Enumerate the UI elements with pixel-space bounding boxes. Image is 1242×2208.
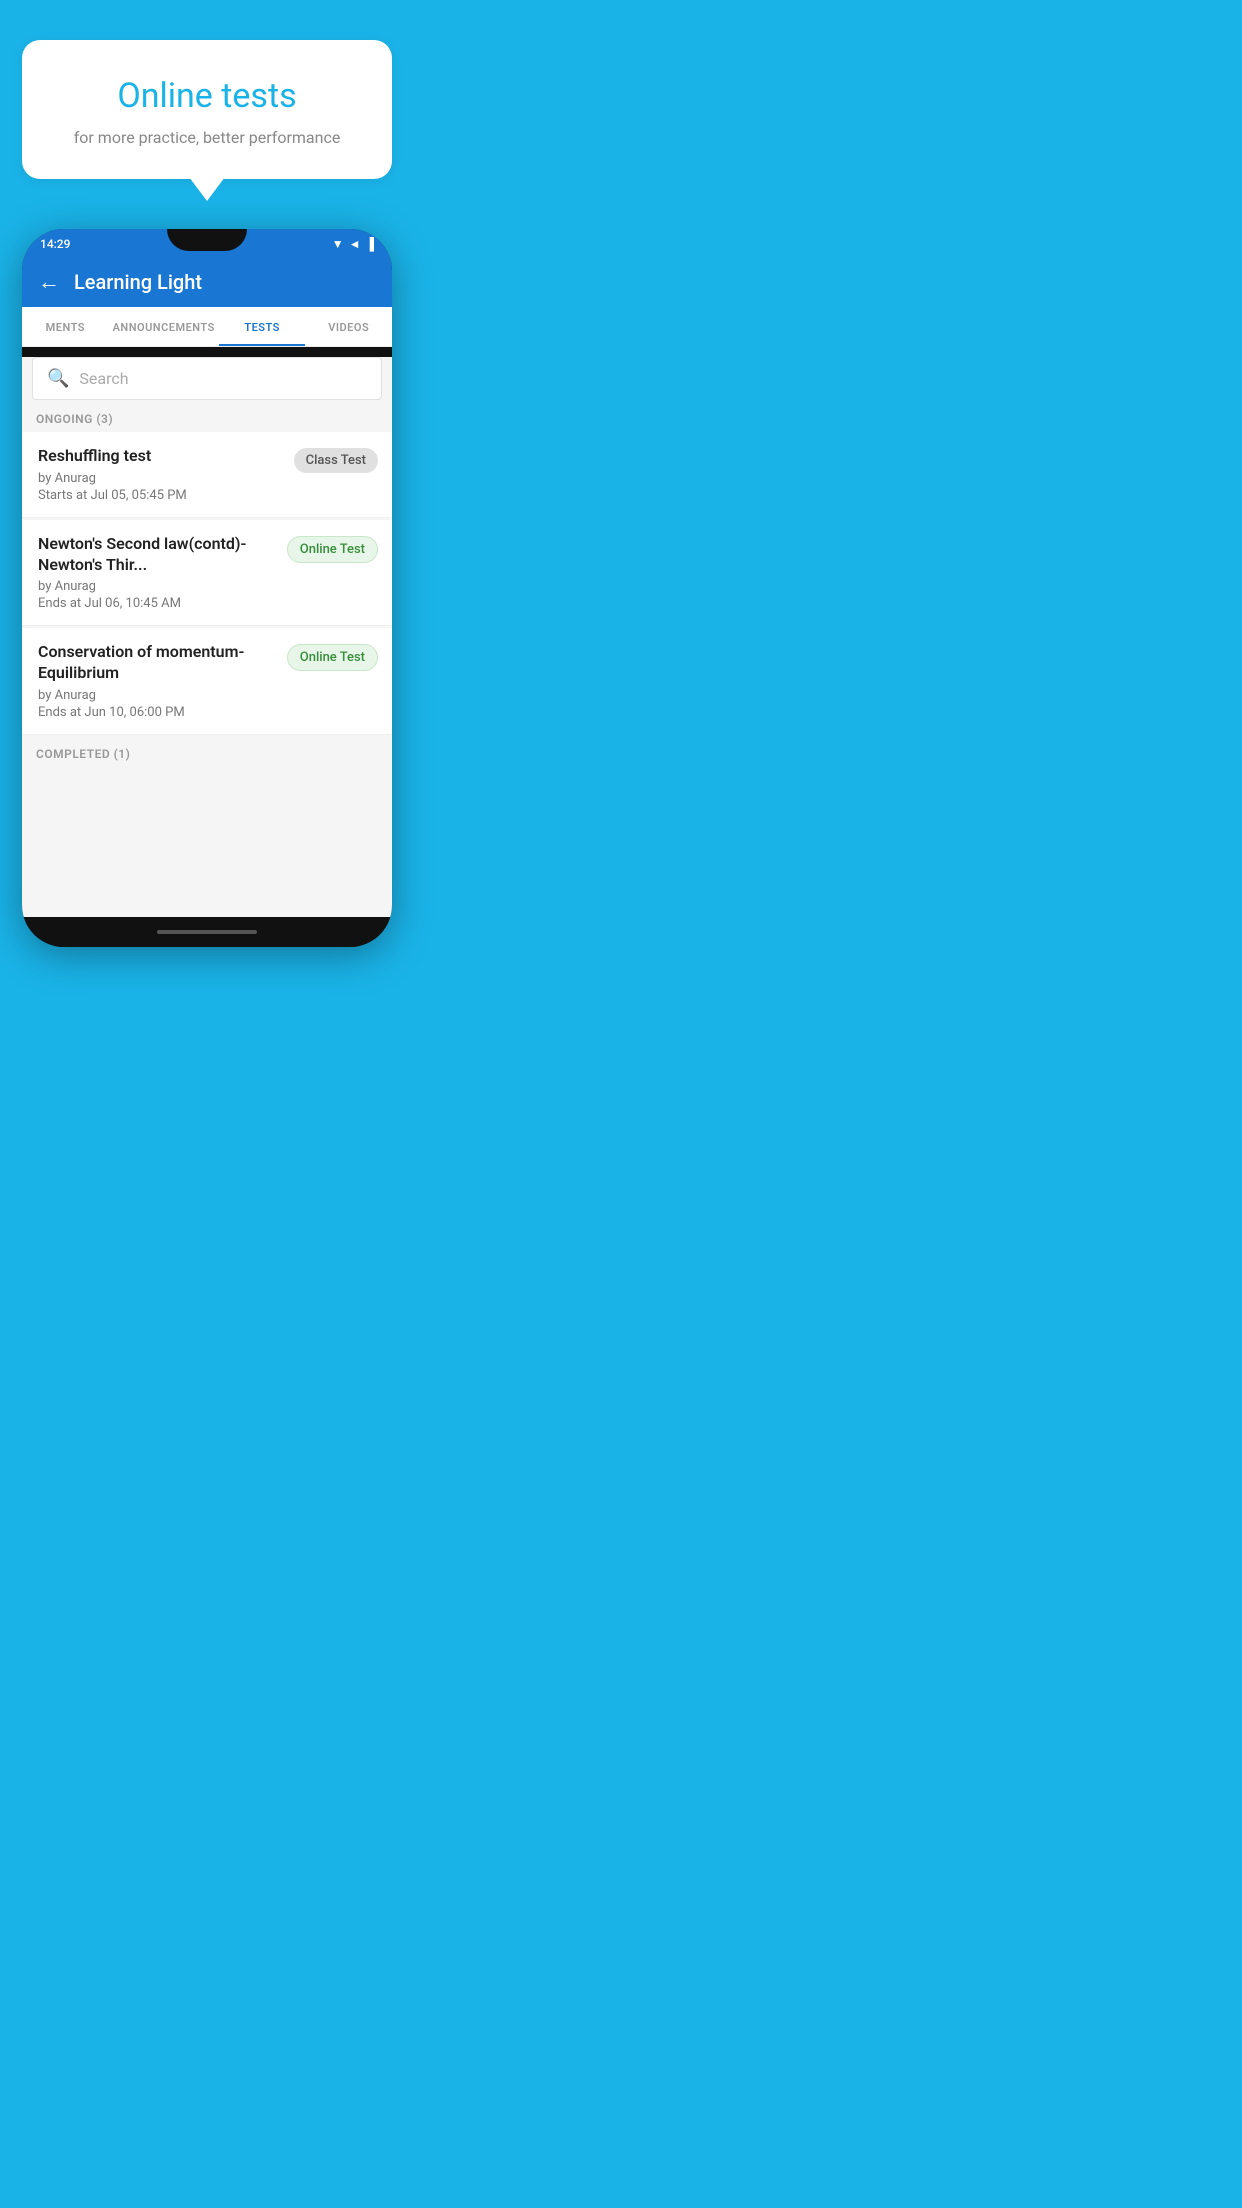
tab-announcements[interactable]: ANNOUNCEMENTS [109, 307, 219, 346]
wifi-icon: ▼ [332, 237, 344, 251]
test-time: Starts at Jul 05, 05:45 PM [38, 488, 284, 503]
phone-content: 🔍 Search ONGOING (3) Reshuffling test by… [22, 357, 392, 917]
bubble-title: Online tests [52, 76, 362, 116]
tabs-bar: MENTS ANNOUNCEMENTS TESTS VIDEOS [22, 307, 392, 347]
status-time: 14:29 [40, 237, 70, 251]
test-info: Conservation of momentum-Equilibrium by … [38, 642, 287, 720]
test-info: Newton's Second law(contd)-Newton's Thir… [38, 534, 287, 612]
test-title: Reshuffling test [38, 446, 284, 467]
test-time-label: Ends at [38, 596, 81, 611]
test-item[interactable]: Conservation of momentum-Equilibrium by … [22, 628, 392, 735]
app-bar: ← Learning Light [22, 257, 392, 307]
test-time: Ends at Jul 06, 10:45 AM [38, 596, 277, 611]
ongoing-header: ONGOING (3) [22, 400, 392, 432]
test-title: Conservation of momentum-Equilibrium [38, 642, 277, 684]
search-icon: 🔍 [47, 368, 69, 389]
phone-frame: 14:29 ▼ ◄ ▐ ← Learning Light MENTS ANNOU… [22, 229, 392, 947]
battery-icon: ▐ [365, 237, 374, 251]
promo-bubble: Online tests for more practice, better p… [22, 40, 392, 179]
test-item[interactable]: Newton's Second law(contd)-Newton's Thir… [22, 520, 392, 627]
test-info: Reshuffling test by Anurag Starts at Jul… [38, 446, 294, 503]
test-time-value: Jun 10, 06:00 PM [84, 705, 184, 720]
test-badge-class: Class Test [294, 448, 378, 473]
test-time-label: Starts at [38, 488, 87, 503]
search-bar[interactable]: 🔍 Search [32, 357, 382, 400]
completed-header: COMPLETED (1) [22, 737, 392, 767]
test-badge-online: Online Test [287, 536, 378, 563]
tab-videos[interactable]: VIDEOS [305, 307, 392, 346]
test-time: Ends at Jun 10, 06:00 PM [38, 705, 277, 720]
tab-tests[interactable]: TESTS [219, 307, 306, 346]
test-badge-online-2: Online Test [287, 644, 378, 671]
search-placeholder: Search [79, 369, 128, 388]
app-bar-title: Learning Light [74, 270, 202, 294]
bubble-subtitle: for more practice, better performance [52, 128, 362, 147]
test-time-label: Ends at [38, 705, 81, 720]
test-time-value: Jul 05, 05:45 PM [91, 488, 187, 503]
back-button[interactable]: ← [38, 269, 60, 295]
status-icons: ▼ ◄ ▐ [332, 237, 374, 251]
test-item[interactable]: Reshuffling test by Anurag Starts at Jul… [22, 432, 392, 518]
test-title: Newton's Second law(contd)-Newton's Thir… [38, 534, 277, 576]
home-indicator [157, 930, 257, 934]
tab-ments[interactable]: MENTS [22, 307, 109, 346]
signal-icon: ◄ [349, 237, 361, 251]
test-author: by Anurag [38, 688, 277, 703]
phone-bottom [22, 917, 392, 947]
phone-notch [167, 229, 247, 251]
test-time-value: Jul 06, 10:45 AM [84, 596, 181, 611]
test-author: by Anurag [38, 471, 284, 486]
test-author: by Anurag [38, 579, 277, 594]
